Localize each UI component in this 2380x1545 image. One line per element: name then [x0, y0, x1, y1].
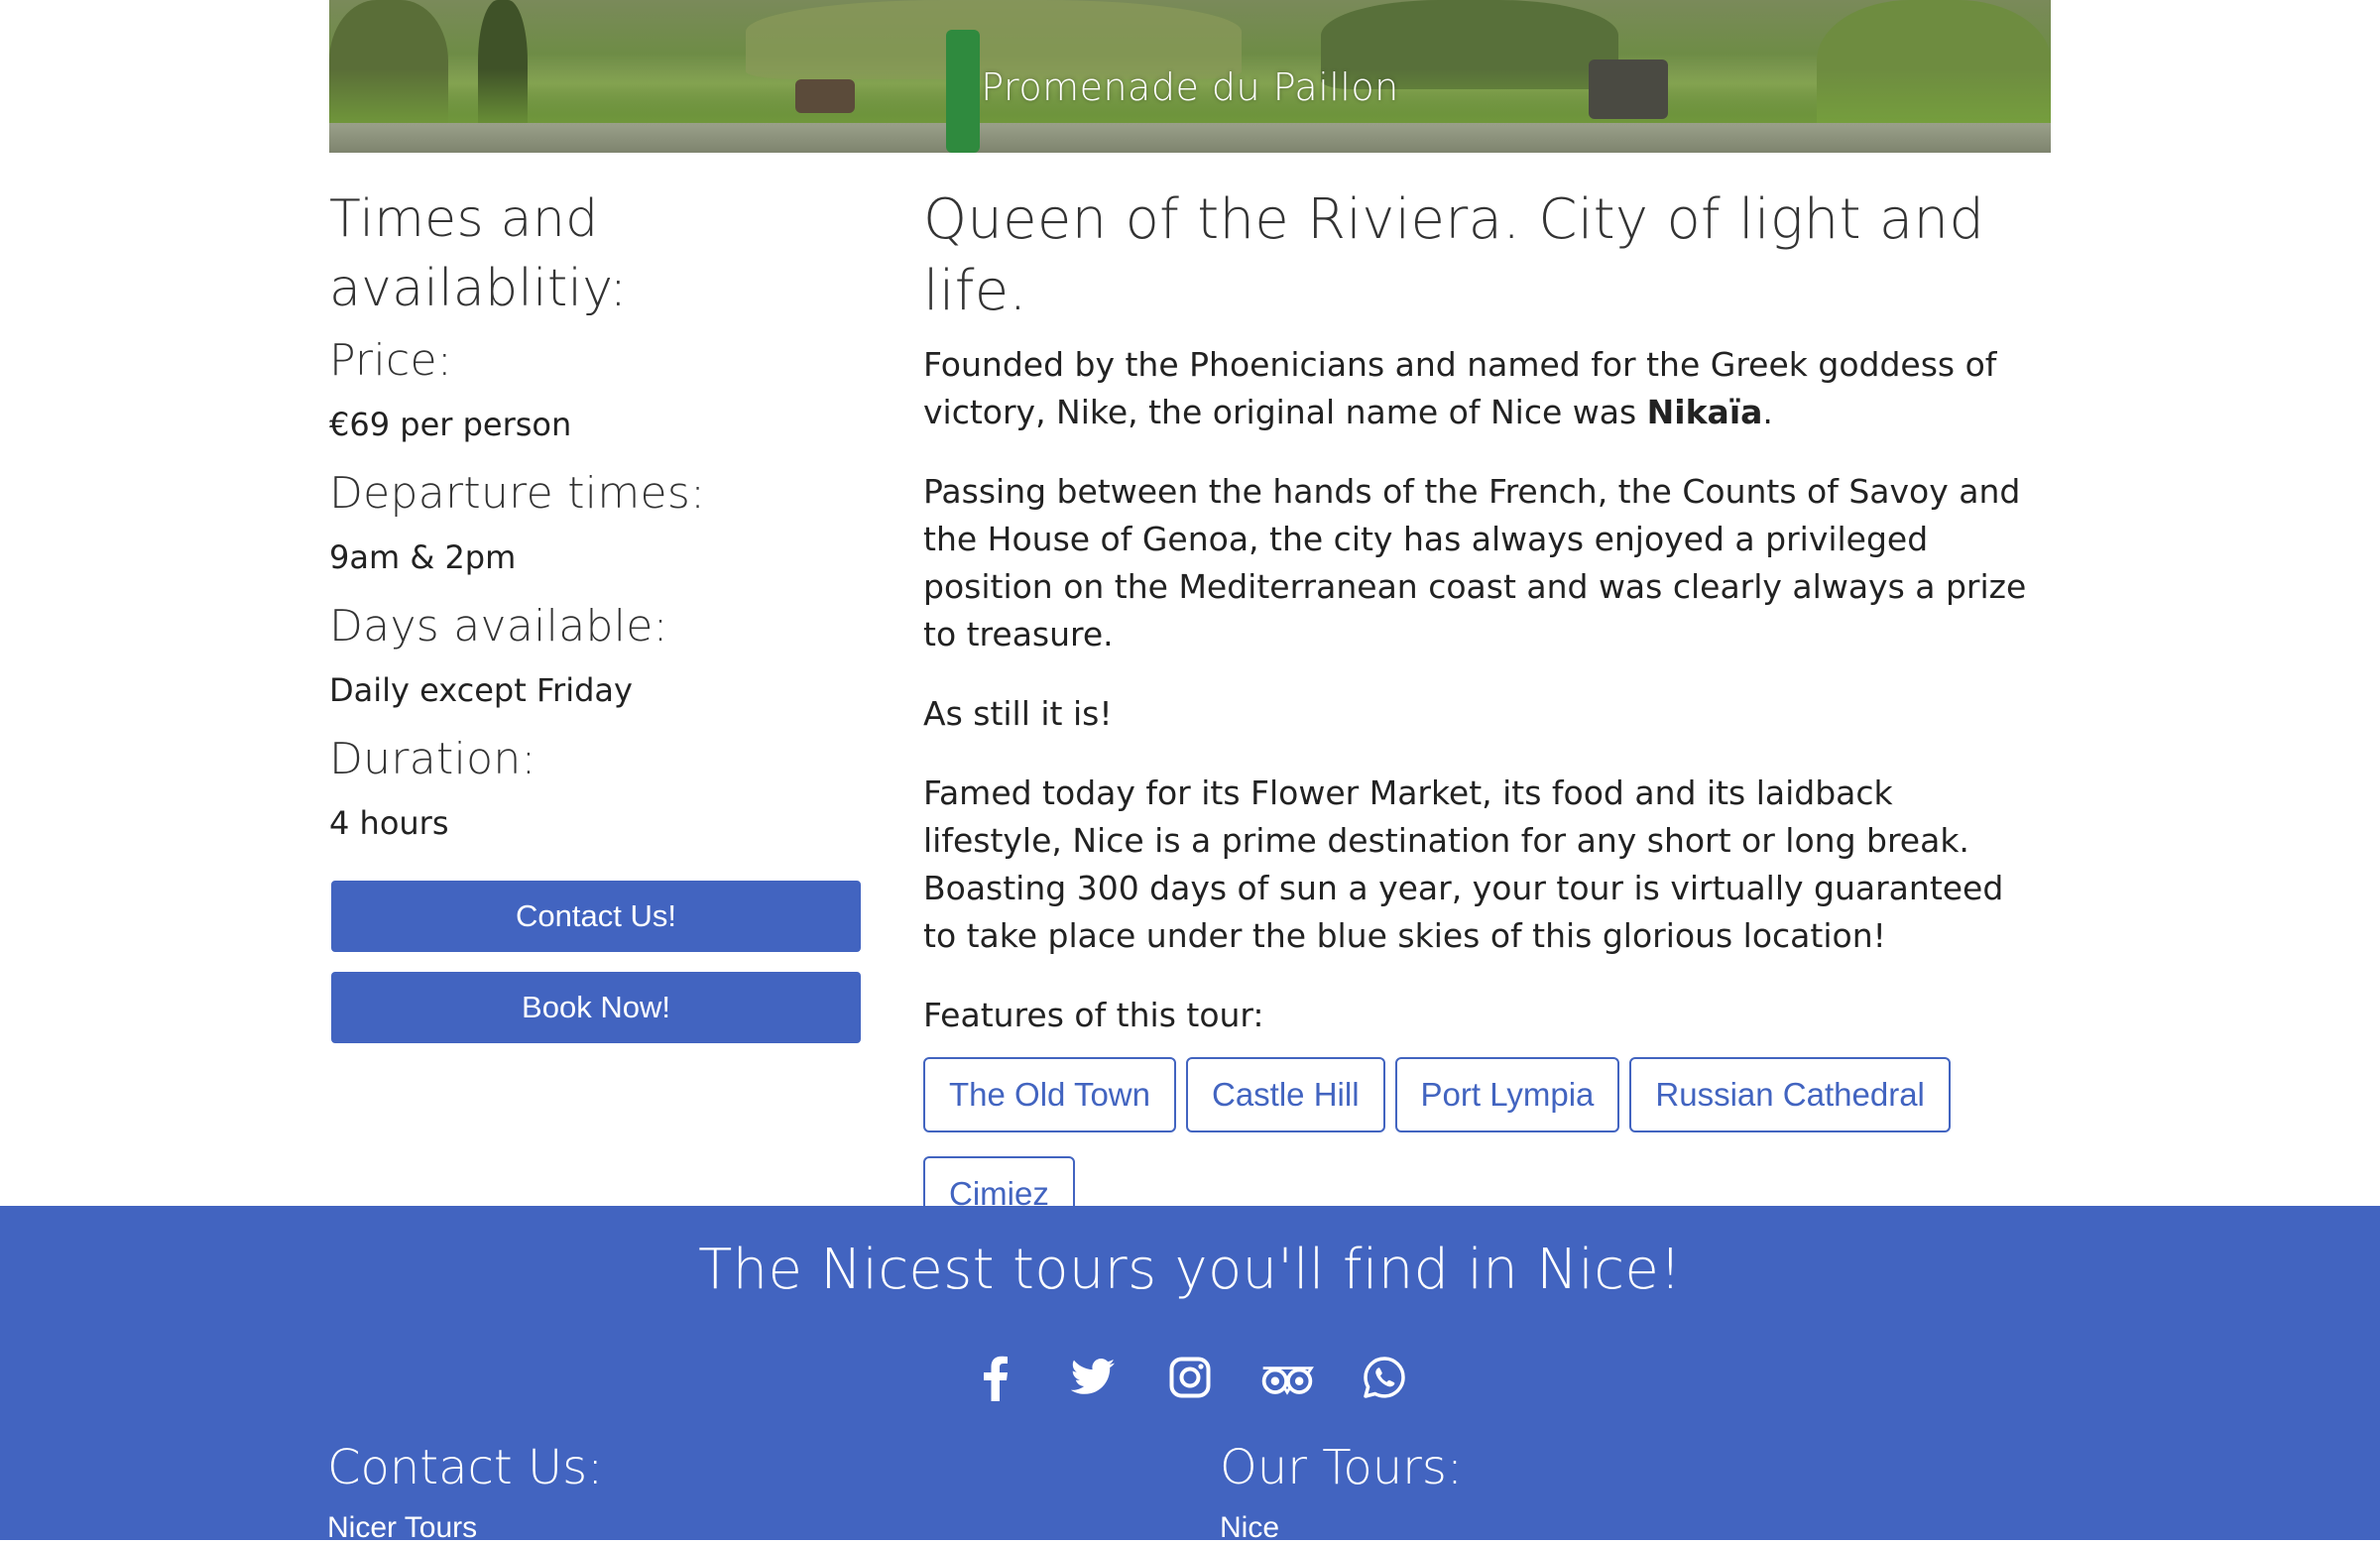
intro-paragraph: Founded by the Phoenicians and named for…: [923, 341, 2034, 436]
duration-label: Duration:: [329, 734, 536, 784]
days-value: Daily except Friday: [329, 671, 633, 709]
departure-value: 9am & 2pm: [329, 538, 517, 576]
instagram-icon[interactable]: [1161, 1349, 1219, 1406]
feature-tag-castle-hill[interactable]: Castle Hill: [1186, 1057, 1385, 1132]
tripadvisor-icon[interactable]: [1258, 1349, 1316, 1406]
tour-info-sidebar: Times and availablitiy: Price: €69 per p…: [329, 184, 865, 1043]
footer-contact-heading: Contact Us:: [327, 1440, 604, 1495]
departure-label: Departure times:: [329, 468, 706, 519]
intro-end: .: [1762, 393, 1773, 431]
hero-image: Promenade du Paillon: [329, 0, 2051, 153]
footer-title: The Nicest tours you'll find in Nice!: [698, 1238, 1682, 1302]
times-heading: Times and availablitiy:: [329, 189, 628, 318]
feature-tag-old-town[interactable]: The Old Town: [923, 1057, 1176, 1132]
book-now-button[interactable]: Book Now!: [331, 972, 861, 1043]
price-label: Price:: [329, 335, 452, 386]
tour-description: Queen of the Riviera. City of light and …: [923, 184, 2034, 1232]
facebook-icon[interactable]: [967, 1349, 1024, 1406]
still-paragraph: As still it is!: [923, 694, 1113, 733]
nikaia-bold: Nikaïa: [1646, 393, 1763, 431]
history-paragraph: Passing between the hands of the French,…: [923, 472, 2027, 654]
features-label: Features of this tour:: [923, 996, 1264, 1034]
footer: The Nicest tours you'll find in Nice! Co…: [0, 1206, 2380, 1544]
duration-value: 4 hours: [329, 804, 449, 842]
famed-paragraph: Famed today for its Flower Market, its f…: [923, 773, 2004, 955]
days-label: Days available:: [329, 601, 668, 652]
twitter-icon[interactable]: [1064, 1349, 1122, 1406]
feature-tag-russian-cathedral[interactable]: Russian Cathedral: [1629, 1057, 1951, 1132]
intro-text: Founded by the Phoenicians and named for…: [923, 345, 1997, 431]
tour-title: Queen of the Riviera. City of light and …: [923, 187, 1985, 323]
feature-tag-port-lympia[interactable]: Port Lympia: [1394, 1057, 1620, 1132]
whatsapp-icon[interactable]: [1356, 1349, 1413, 1406]
contact-us-button[interactable]: Contact Us!: [331, 881, 861, 952]
footer-tours-heading: Our Tours:: [1220, 1440, 1464, 1495]
price-value: €69 per person: [329, 406, 572, 443]
hero-caption: Promenade du Paillon: [981, 65, 1399, 109]
social-links: [0, 1349, 2380, 1406]
